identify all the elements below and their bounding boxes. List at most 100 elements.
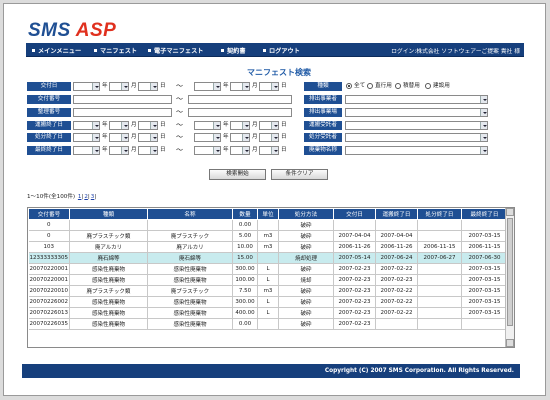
column-header: 最終終了日 [461, 208, 508, 220]
table-cell [417, 307, 462, 319]
kind-radio-2[interactable] [395, 83, 401, 89]
page-link-3[interactable]: 3 [91, 194, 95, 200]
table-cell: 100.00 [232, 274, 258, 286]
disposal-end-from-year-select[interactable] [73, 133, 100, 142]
scroll-down-icon[interactable] [506, 339, 514, 347]
transport-end-to-month-select[interactable] [230, 121, 250, 130]
table-cell [147, 219, 233, 231]
chevron-down-icon [213, 147, 220, 154]
nav-e-manifest[interactable]: 電子マニフェスト [148, 46, 204, 55]
range-separator: ～ [176, 121, 183, 129]
disposal-end-from-day-select[interactable] [138, 133, 158, 142]
final-end-from-year-select[interactable] [73, 146, 100, 155]
nav-main-menu[interactable]: メインメニュー [32, 46, 81, 55]
issue-date-from-year-select[interactable] [73, 82, 100, 91]
table-cell: 感染性廃棄物 [69, 307, 148, 319]
table-row[interactable]: 103 廃アルカリ 廃アルカリ 10.00 m3 破砕 2006-11-26 2006-11-… [28, 241, 508, 253]
transport-end-from-month-select[interactable] [109, 121, 129, 130]
table-row[interactable]: 20070226002 感染性廃棄物 感染性廃棄物 300.00 L 破砕 2007-02-… [28, 296, 508, 308]
table-cell: 2007-03-15 [461, 285, 508, 297]
table-cell: 2007-03-15 [461, 296, 508, 308]
issue-date-from-day-select[interactable] [138, 82, 158, 91]
kind-radio-0[interactable] [346, 83, 352, 89]
table-row[interactable]: 0 0.00 破砕 [28, 219, 508, 231]
table-cell: 破砕 [278, 285, 334, 297]
issue-date-from-month-select[interactable] [109, 82, 129, 91]
table-cell: 2007-02-23 [333, 318, 376, 330]
table-row[interactable]: 20070226035 感染性廃棄物 感染性廃棄物 0.00 破砕 2007-02-23 [28, 318, 508, 330]
kind-option-label: 積替用 [403, 83, 420, 89]
nav-manifest[interactable]: マニフェスト [94, 46, 137, 55]
table-cell: 破砕 [278, 296, 334, 308]
final-end-from-day-select[interactable] [138, 146, 158, 155]
table-row[interactable]: 0 廃プラスチック類 廃プラスチック 5.00 m3 破砕 2007-04-04 2007-0… [28, 230, 508, 242]
kind-option-label: 直行用 [375, 83, 392, 89]
table-cell: 2006-11-26 [333, 241, 376, 253]
transporter-select[interactable] [345, 121, 488, 130]
table-cell: 2007-03-15 [461, 230, 508, 242]
issue-no-from-input[interactable] [73, 95, 172, 104]
search-button[interactable]: 検索開始 [209, 169, 266, 180]
issue-date-to-month-select[interactable] [230, 82, 250, 91]
ref-no-to-input[interactable] [188, 108, 292, 117]
disposal-end-to-month-select[interactable] [230, 133, 250, 142]
table-cell: 廃プラスチック [147, 230, 233, 242]
scroll-up-icon[interactable] [506, 208, 514, 216]
issue-date-to-year-select[interactable] [194, 82, 221, 91]
table-cell: 破砕 [278, 241, 334, 253]
page-link-1[interactable]: 1 [78, 194, 82, 200]
chevron-down-icon [242, 147, 249, 154]
table-cell: 2007-03-15 [461, 307, 508, 319]
nav-contract[interactable]: 契約書 [221, 46, 246, 55]
column-header: 運搬終了日 [375, 208, 418, 220]
table-cell: 2007-04-04 [375, 230, 418, 242]
clear-button[interactable]: 条件クリア [271, 169, 328, 180]
table-cell: 2006-11-26 [375, 241, 418, 253]
nav-logout[interactable]: ログアウト [263, 46, 300, 55]
issue-no-to-input[interactable] [188, 95, 292, 104]
table-cell: 感染性廃棄物 [69, 296, 148, 308]
chevron-down-icon [242, 122, 249, 129]
generator-site-select[interactable] [345, 108, 488, 117]
kind-radio-3[interactable] [425, 83, 431, 89]
table-cell: 2007-06-24 [375, 252, 418, 264]
column-header: 交付日 [333, 208, 376, 220]
final-end-to-year-select[interactable] [194, 146, 221, 155]
table-row[interactable]: 12333333305 廃石綿等 廃石綿等 15.00 焼却処理 2007-05-14 20… [28, 252, 508, 264]
generator-select[interactable] [345, 95, 488, 104]
scroll-thumb[interactable] [507, 218, 513, 326]
chevron-down-icon [92, 134, 99, 141]
range-separator: ～ [176, 146, 183, 154]
table-cell: 破砕 [278, 318, 334, 330]
table-cell [461, 318, 508, 330]
kind-radio-1[interactable] [367, 83, 373, 89]
vertical-scrollbar[interactable] [505, 208, 514, 347]
disposal-end-to-year-select[interactable] [194, 133, 221, 142]
table-cell: 感染性廃棄物 [147, 318, 233, 330]
kind-option-label: 建設用 [433, 83, 450, 89]
column-header: 交付番号 [28, 208, 70, 220]
table-row[interactable]: 20070226013 感染性廃棄物 感染性廃棄物 400.00 L 破砕 2007-02-… [28, 307, 508, 319]
table-cell: 廃プラスチック [147, 285, 233, 297]
table-cell: 2007-02-23 [333, 307, 376, 319]
final-end-to-month-select[interactable] [230, 146, 250, 155]
transport-end-to-year-select[interactable] [194, 121, 221, 130]
table-cell: 2006-11-15 [417, 241, 462, 253]
transport-end-to-day-select[interactable] [259, 121, 279, 130]
ref-no-from-input[interactable] [73, 108, 172, 117]
table-row[interactable]: 20070220001 感染性廃棄物 感染性廃棄物 100.00 L 焼却 2007-02-… [28, 274, 508, 286]
table-row[interactable]: 20070220010 廃プラスチック類 廃プラスチック 7.50 m3 破砕 2007-0… [28, 285, 508, 297]
page-link-2[interactable]: 2 [84, 194, 88, 200]
disposal-end-to-day-select[interactable] [259, 133, 279, 142]
waste-name-select[interactable] [345, 146, 488, 155]
disposal-end-from-month-select[interactable] [109, 133, 129, 142]
final-end-from-month-select[interactable] [109, 146, 129, 155]
table-cell: 廃アルカリ [69, 241, 148, 253]
transport-end-from-day-select[interactable] [138, 121, 158, 130]
final-end-to-day-select[interactable] [259, 146, 279, 155]
disposer-select[interactable] [345, 133, 488, 142]
table-cell: 廃アルカリ [147, 241, 233, 253]
issue-date-to-day-select[interactable] [259, 82, 279, 91]
table-row[interactable]: 20070220001 感染性廃棄物 感染性廃棄物 300.00 L 破砕 2007-02-… [28, 263, 508, 275]
transport-end-from-year-select[interactable] [73, 121, 100, 130]
